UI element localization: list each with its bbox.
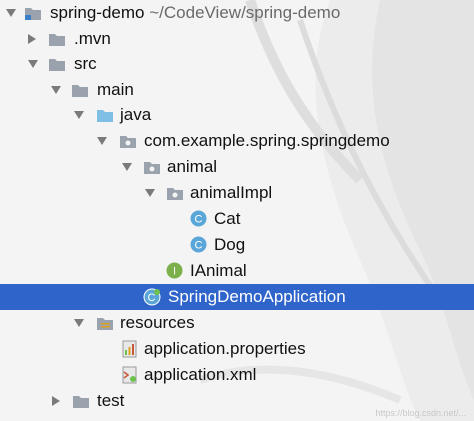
svg-text:I: I	[173, 266, 176, 278]
folder-icon	[49, 59, 65, 71]
properties-file-icon	[122, 340, 137, 358]
class-icon: C	[190, 236, 207, 253]
tree-row-dog[interactable]: C Dog	[0, 232, 474, 258]
folder-icon	[73, 396, 89, 408]
expand-arrow-icon[interactable]	[51, 86, 61, 94]
watermark-text: https://blog.csdn.net/...	[375, 408, 466, 418]
resources-folder-icon	[97, 318, 113, 330]
folder-icon	[72, 85, 88, 97]
tree-row-application-xml[interactable]: application.xml	[0, 362, 474, 388]
tree-item-label: src	[74, 54, 97, 73]
svg-text:C: C	[148, 292, 156, 304]
expand-arrow-icon[interactable]	[97, 137, 107, 145]
tree-item-label: com.example.spring.springdemo	[144, 131, 390, 150]
svg-text:C: C	[195, 240, 203, 252]
tree-row-ianimal[interactable]: I IAnimal	[0, 258, 474, 284]
project-folder-icon	[25, 8, 41, 20]
tree-item-label: Dog	[214, 235, 246, 254]
interface-icon: I	[166, 262, 183, 279]
expand-arrow-icon[interactable]	[28, 60, 38, 68]
expand-arrow-icon[interactable]	[28, 33, 36, 44]
package-icon	[167, 188, 183, 200]
tree-row-project-root[interactable]: spring-demo ~/CodeView/spring-demo	[0, 0, 474, 26]
package-icon	[120, 136, 136, 148]
tree-item-label: application.xml	[144, 365, 257, 384]
tree-item-label: test	[97, 391, 125, 410]
tree-item-label: application.properties	[144, 339, 306, 358]
tree-row-java[interactable]: java	[0, 102, 474, 128]
class-icon: C	[190, 210, 207, 227]
tree-item-label: main	[97, 80, 134, 99]
tree-item-label: resources	[120, 313, 195, 332]
tree-item-label: SpringDemoApplication	[168, 287, 346, 306]
tree-item-label: .mvn	[74, 29, 111, 48]
tree-row-src[interactable]: src	[0, 51, 474, 77]
tree-row-cat[interactable]: C Cat	[0, 206, 474, 232]
svg-text:C: C	[195, 214, 203, 226]
tree-item-label: animalImpl	[190, 183, 273, 202]
folder-icon	[49, 34, 65, 46]
tree-row-resources[interactable]: resources	[0, 310, 474, 336]
tree-item-label: animal	[167, 157, 218, 176]
tree-item-label: java	[120, 105, 152, 124]
tree-row-mvn[interactable]: .mvn	[0, 26, 474, 52]
project-tree: spring-demo ~/CodeView/spring-demo .mvn …	[0, 0, 474, 421]
spring-boot-class-icon: C	[143, 288, 161, 306]
project-name: spring-demo	[50, 3, 145, 22]
tree-row-package[interactable]: com.example.spring.springdemo	[0, 128, 474, 154]
expand-arrow-icon[interactable]	[74, 111, 84, 119]
expand-arrow-icon[interactable]	[122, 163, 132, 171]
package-icon	[144, 162, 160, 174]
source-folder-icon	[97, 110, 113, 122]
tree-row-animalimpl[interactable]: animalImpl	[0, 180, 474, 206]
tree-row-animal[interactable]: animal	[0, 154, 474, 180]
expand-arrow-icon[interactable]	[52, 395, 60, 406]
tree-row-springdemoapplication[interactable]: C SpringDemoApplication	[0, 284, 474, 310]
expand-arrow-icon[interactable]	[145, 189, 155, 197]
tree-item-label: IAnimal	[190, 261, 247, 280]
tree-item-label: Cat	[214, 209, 241, 228]
tree-row-main[interactable]: main	[0, 77, 474, 103]
expand-arrow-icon[interactable]	[74, 319, 84, 327]
tree-row-application-properties[interactable]: application.properties	[0, 336, 474, 362]
expand-arrow-icon[interactable]	[6, 9, 16, 17]
xml-file-icon	[122, 366, 137, 384]
project-path: ~/CodeView/spring-demo	[149, 3, 341, 22]
